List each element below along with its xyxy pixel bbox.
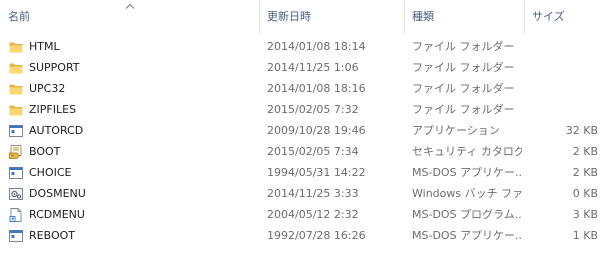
file-size: 32 KB	[565, 124, 598, 137]
file-type: アプリケーション	[412, 124, 500, 137]
file-date: 2004/05/12 2:32	[267, 208, 359, 221]
file-date: 2014/01/08 18:16	[267, 82, 366, 95]
column-header-name[interactable]: 名前	[0, 0, 259, 34]
file-name: ZIPFILES	[29, 103, 77, 116]
file-size: 2 KB	[572, 166, 598, 179]
folder-icon	[9, 84, 23, 95]
file-row[interactable]: SUPPORT 2014/11/25 1:06 ファイル フォルダー	[0, 57, 611, 78]
column-header-bar: 名前 更新日時 種類 サイズ	[0, 0, 611, 34]
file-row[interactable]: AUTORCD 2009/10/28 19:46 アプリケーション 32 KB	[0, 120, 611, 141]
file-date: 1994/05/31 14:22	[267, 166, 366, 179]
file-row[interactable]: CHOICE 1994/05/31 14:22 MS-DOS アプリケー... …	[0, 162, 611, 183]
application-icon	[9, 167, 23, 179]
file-name: AUTORCD	[29, 124, 84, 137]
file-name: SUPPORT	[29, 61, 80, 74]
file-date: 2015/02/05 7:32	[267, 103, 359, 116]
file-name: DOSMENU	[29, 187, 86, 200]
file-type: Windows バッチ ファ...	[412, 187, 522, 200]
application-icon	[9, 230, 23, 242]
batch-file-icon	[9, 188, 23, 200]
sort-ascending-icon	[125, 3, 135, 9]
file-date: 2014/11/25 3:33	[267, 187, 359, 200]
file-type: MS-DOS プログラム...	[412, 208, 522, 221]
column-header-size[interactable]: サイズ	[525, 0, 611, 34]
column-header-name-label: 名前	[8, 10, 30, 23]
file-row[interactable]: DOSMENU 2014/11/25 3:33 Windows バッチ ファ..…	[0, 183, 611, 204]
file-date: 2014/11/25 1:06	[267, 61, 359, 74]
file-name: RCDMENU	[29, 208, 85, 221]
file-size: 1 KB	[572, 229, 598, 242]
file-date: 2009/10/28 19:46	[267, 124, 366, 137]
file-row[interactable]: HTML 2014/01/08 18:14 ファイル フォルダー	[0, 36, 611, 57]
file-row[interactable]: RCDMENU 2004/05/12 2:32 MS-DOS プログラム... …	[0, 204, 611, 225]
file-date: 2015/02/05 7:34	[267, 145, 359, 158]
file-type: MS-DOS アプリケー...	[412, 166, 522, 179]
file-name: HTML	[29, 40, 60, 53]
file-type: ファイル フォルダー	[412, 40, 515, 53]
column-header-type-label: 種類	[412, 10, 434, 23]
folder-icon	[9, 105, 23, 116]
file-name: UPC32	[29, 82, 66, 95]
file-type: MS-DOS アプリケー...	[412, 229, 522, 242]
shortcut-file-icon	[9, 208, 22, 222]
column-header-date-label: 更新日時	[267, 10, 311, 23]
security-catalog-icon	[9, 145, 22, 159]
file-type: セキュリティ カタログ	[412, 145, 522, 158]
folder-icon	[9, 42, 23, 53]
file-name: BOOT	[29, 145, 61, 158]
file-size: 0 KB	[572, 187, 598, 200]
file-row[interactable]: UPC32 2014/01/08 18:16 ファイル フォルダー	[0, 78, 611, 99]
column-header-size-label: サイズ	[532, 10, 565, 23]
column-header-type[interactable]: 種類	[405, 0, 524, 34]
file-type: ファイル フォルダー	[412, 103, 515, 116]
file-type: ファイル フォルダー	[412, 82, 515, 95]
folder-icon	[9, 63, 23, 74]
file-name: REBOOT	[29, 229, 75, 242]
file-row[interactable]: BOOT 2015/02/05 7:34 セキュリティ カタログ 2 KB	[0, 141, 611, 162]
column-header-date[interactable]: 更新日時	[260, 0, 404, 34]
file-size: 3 KB	[572, 208, 598, 221]
file-size: 2 KB	[572, 145, 598, 158]
file-date: 2014/01/08 18:14	[267, 40, 366, 53]
application-icon	[9, 125, 23, 137]
file-row[interactable]: REBOOT 1992/07/28 16:26 MS-DOS アプリケー... …	[0, 225, 611, 246]
file-date: 1992/07/28 16:26	[267, 229, 366, 242]
file-name: CHOICE	[29, 166, 72, 179]
file-type: ファイル フォルダー	[412, 61, 515, 74]
file-row[interactable]: ZIPFILES 2015/02/05 7:32 ファイル フォルダー	[0, 99, 611, 120]
